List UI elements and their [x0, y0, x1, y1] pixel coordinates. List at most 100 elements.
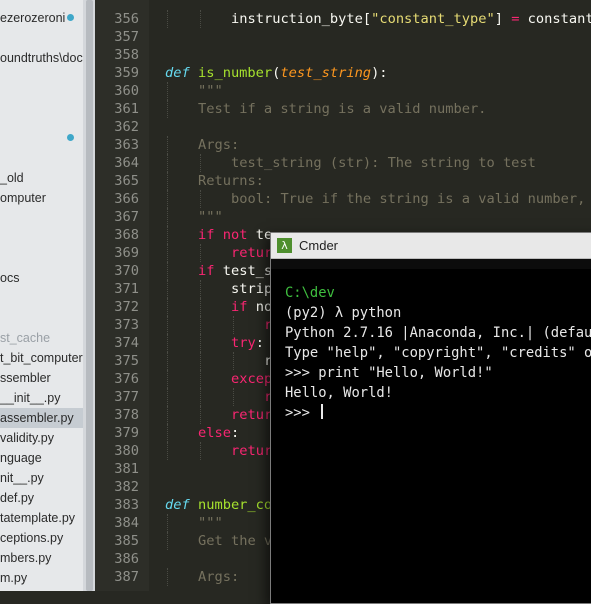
- file-tree-item[interactable]: def.py: [0, 488, 34, 508]
- code-token: if: [198, 227, 215, 243]
- file-tree-item[interactable]: nit__.py: [0, 468, 44, 488]
- code-text: Args:: [198, 568, 239, 586]
- code-line[interactable]: 356 instruction_byte["constant_type"] = c…: [95, 10, 591, 28]
- code-line[interactable]: 363 Args:: [95, 136, 591, 154]
- indent-guide: [200, 298, 201, 316]
- code-text: try:: [231, 334, 264, 352]
- line-number: 357: [114, 29, 139, 45]
- cmder-tab-bar: [271, 259, 591, 269]
- indent-guide: [167, 190, 168, 208]
- terminal-prompt-line[interactable]: >>>: [285, 403, 591, 423]
- cmder-title-bar[interactable]: λ Cmder: [271, 233, 591, 259]
- code-token: retur: [231, 443, 273, 459]
- code-token: test_s: [214, 263, 273, 279]
- file-tree-item[interactable]: oundtruths\docs: [0, 48, 89, 68]
- indent-guide: [167, 298, 168, 316]
- file-tree-item[interactable]: m.py: [0, 568, 27, 588]
- indent-guide: [167, 352, 168, 370]
- file-tree-item[interactable]: mbers.py: [0, 548, 51, 568]
- file-tree-item[interactable]: ezerozeroni: [0, 8, 65, 28]
- indent-guide: [200, 190, 201, 208]
- code-token: Test if a string is a valid number.: [198, 101, 487, 117]
- code-token: def: [165, 497, 190, 513]
- indent-guide: [233, 316, 234, 334]
- file-tree-item[interactable]: nguage: [0, 448, 42, 468]
- code-text: excep: [231, 370, 272, 388]
- indent-guide: [200, 334, 201, 352]
- line-number: 361: [114, 101, 139, 117]
- code-token: if: [231, 299, 248, 315]
- terminal-line: >>> print "Hello, World!": [285, 365, 493, 381]
- code-text: """: [198, 514, 223, 532]
- cmder-window[interactable]: λ Cmder C:\dev (py2) λ python Python 2.7.1…: [270, 232, 591, 604]
- code-text: Args:: [198, 136, 239, 154]
- code-line[interactable]: 364 test_string (str): The string to test: [95, 154, 591, 172]
- code-token: else: [198, 425, 231, 441]
- code-token: ):: [371, 65, 388, 81]
- code-text: if not te: [198, 226, 272, 244]
- file-tree-item[interactable]: ssembler: [0, 368, 51, 388]
- code-token: """: [198, 209, 223, 225]
- code-line[interactable]: 365 Returns:: [95, 172, 591, 190]
- code-line[interactable]: 357: [95, 28, 591, 46]
- terminal-line: Hello, World!: [285, 385, 393, 401]
- sidebar-scrollbar-thumb[interactable]: [86, 0, 93, 591]
- terminal-output[interactable]: C:\dev (py2) λ python Python 2.7.16 |Anaco…: [285, 283, 591, 423]
- terminal-line: (py2) λ python: [285, 305, 402, 321]
- code-token: constant: [519, 11, 591, 27]
- line-number: 360: [114, 83, 139, 99]
- indent-guide: [167, 136, 168, 154]
- indent-guide: [167, 388, 168, 406]
- file-tree-item[interactable]: ceptions.py: [0, 528, 63, 548]
- code-text: retur: [231, 442, 272, 460]
- code-text: bool: True if the string is a valid numb…: [231, 190, 585, 208]
- code-token: strip: [231, 281, 273, 297]
- code-text: retur: [231, 244, 272, 262]
- code-token: bool: True if the string is a valid numb…: [231, 191, 586, 207]
- code-token: excep: [231, 371, 273, 387]
- code-line[interactable]: 360 """: [95, 82, 591, 100]
- code-text: if test_s: [198, 262, 272, 280]
- code-token: "constant_type": [371, 11, 495, 27]
- code-line[interactable]: 366 bool: True if the string is a valid n…: [95, 190, 591, 208]
- code-token: def: [165, 65, 190, 81]
- line-number: 376: [114, 371, 139, 387]
- terminal-path: C:\dev: [285, 285, 335, 301]
- line-number: 383: [114, 497, 139, 513]
- file-tree-item[interactable]: validity.py: [0, 428, 54, 448]
- code-line[interactable]: 361 Test if a string is a valid number.: [95, 100, 591, 118]
- code-token: is_number: [197, 65, 273, 81]
- line-number: 371: [114, 281, 139, 297]
- window-title: Cmder: [299, 238, 339, 253]
- git-status-dot-icon: [67, 14, 74, 21]
- code-token: """: [198, 515, 223, 531]
- indent-guide: [167, 532, 168, 550]
- file-tree-item[interactable]: tatemplate.py: [0, 508, 75, 528]
- line-number: 382: [114, 479, 139, 495]
- file-tree-item[interactable]: _old: [0, 168, 24, 188]
- file-tree-item-selected[interactable]: assembler.py: [0, 408, 83, 428]
- code-text: else:: [198, 424, 239, 442]
- file-tree-item[interactable]: t_bit_computer: [0, 348, 83, 368]
- lambda-icon: λ: [277, 238, 292, 253]
- line-number: 370: [114, 263, 139, 279]
- file-tree-item[interactable]: st_cache: [0, 328, 50, 348]
- code-text: Test if a string is a valid number.: [198, 100, 486, 118]
- code-token: no: [247, 299, 273, 315]
- code-token: try: [231, 335, 256, 351]
- file-tree-item[interactable]: __init__.py: [0, 388, 60, 408]
- file-tree-item[interactable]: ocs: [0, 268, 19, 288]
- file-tree-item[interactable]: omputer: [0, 188, 46, 208]
- code-line[interactable]: 362: [95, 118, 591, 136]
- line-number: 356: [114, 11, 139, 27]
- code-line[interactable]: 358: [95, 46, 591, 64]
- code-line[interactable]: 359 def is_number(test_string):: [95, 64, 591, 82]
- line-number: 377: [114, 389, 139, 405]
- code-line[interactable]: 367 """: [95, 208, 591, 226]
- line-number: 359: [114, 65, 139, 81]
- indent-guide: [233, 388, 234, 406]
- indent-guide: [200, 316, 201, 334]
- indent-guide: [167, 262, 168, 280]
